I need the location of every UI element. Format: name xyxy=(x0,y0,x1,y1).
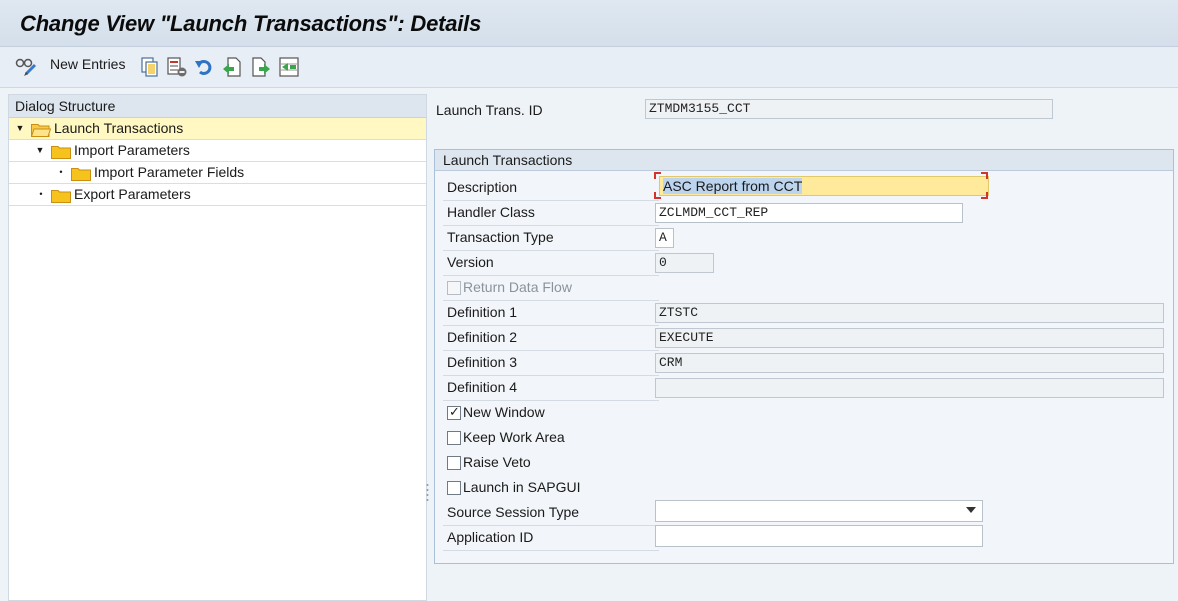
return-data-flow-checkbox[interactable] xyxy=(447,281,461,295)
source-session-type-row: Source Session Type xyxy=(443,501,659,526)
next-entry-icon[interactable] xyxy=(251,57,271,77)
select-block-icon[interactable] xyxy=(279,57,299,77)
new-entries-button[interactable]: New Entries xyxy=(50,56,125,72)
collapse-icon[interactable]: ▼ xyxy=(35,140,45,161)
raise-veto-checkbox[interactable] xyxy=(447,456,461,470)
definition-2-row: Definition 2 xyxy=(443,326,659,351)
return-data-flow-label: Return Data Flow xyxy=(463,279,572,295)
focus-corner xyxy=(654,192,661,199)
splitter-handle[interactable] xyxy=(426,482,429,504)
transaction-type-field[interactable]: A xyxy=(655,228,674,248)
description-row: Description xyxy=(443,176,659,201)
tree-item-launch-transactions[interactable]: ▼ Launch Transactions xyxy=(9,118,426,140)
launch-in-sapgui-checkbox[interactable] xyxy=(447,481,461,495)
tree-item-label: Import Parameters xyxy=(74,142,190,158)
description-field[interactable]: ASC Report from CCT xyxy=(659,176,989,196)
definition-3-row: Definition 3 xyxy=(443,351,659,376)
launch-transactions-group: Launch Transactions Description ASC Repo… xyxy=(434,149,1174,564)
transaction-type-label: Transaction Type xyxy=(447,229,554,245)
handler-class-field[interactable]: ZCLMDM_CCT_REP xyxy=(655,203,963,223)
copy-icon[interactable] xyxy=(140,57,160,77)
focus-corner xyxy=(654,172,661,179)
definition-4-field[interactable] xyxy=(655,378,1164,398)
version-row: Version xyxy=(443,251,659,276)
glasses-pencil-icon[interactable] xyxy=(14,57,37,77)
application-id-label: Application ID xyxy=(447,529,534,545)
raise-veto-label: Raise Veto xyxy=(463,454,531,470)
definition-2-label: Definition 2 xyxy=(447,329,518,345)
tree-item-label: Export Parameters xyxy=(74,186,191,202)
previous-entry-icon[interactable] xyxy=(222,57,242,77)
tree-item-import-parameter-fields[interactable]: • Import Parameter Fields xyxy=(9,162,426,184)
definition-3-label: Definition 3 xyxy=(447,354,518,370)
launch-in-sapgui-label: Launch in SAPGUI xyxy=(463,479,581,495)
source-session-type-label: Source Session Type xyxy=(447,504,580,520)
version-field[interactable]: 0 xyxy=(655,253,714,273)
version-label: Version xyxy=(447,254,494,270)
chevron-down-icon xyxy=(966,507,976,513)
open-folder-icon xyxy=(30,122,52,137)
tree-item-label: Launch Transactions xyxy=(54,120,184,136)
transaction-type-row: Transaction Type xyxy=(443,226,659,251)
keep-work-area-checkbox[interactable] xyxy=(447,431,461,445)
definition-3-field[interactable]: CRM xyxy=(655,353,1164,373)
folder-icon xyxy=(51,188,71,203)
new-window-label: New Window xyxy=(463,404,545,420)
group-title: Launch Transactions xyxy=(435,150,1173,171)
keep-work-area-label: Keep Work Area xyxy=(463,429,565,445)
application-toolbar: New Entries xyxy=(0,47,1178,88)
detail-area: Launch Trans. ID ZTMDM3155_CCT Launch Tr… xyxy=(430,94,1178,599)
tree-item-label: Import Parameter Fields xyxy=(94,164,245,180)
dialog-structure-header: Dialog Structure xyxy=(9,95,426,118)
new-entries-label: New Entries xyxy=(50,56,126,72)
leaf-bullet-icon: • xyxy=(39,189,43,199)
focus-corner xyxy=(981,192,988,199)
tree-item-export-parameters[interactable]: • Export Parameters xyxy=(9,184,426,206)
handler-class-label: Handler Class xyxy=(447,204,535,220)
folder-icon xyxy=(71,166,91,181)
definition-4-row: Definition 4 xyxy=(443,376,659,401)
source-session-type-dropdown[interactable] xyxy=(655,500,983,522)
description-label: Description xyxy=(447,179,518,195)
definition-2-field[interactable]: EXECUTE xyxy=(655,328,1164,348)
definition-1-row: Definition 1 xyxy=(443,301,659,326)
leaf-bullet-icon: • xyxy=(59,167,63,177)
delete-icon[interactable] xyxy=(167,57,187,77)
handler-class-row: Handler Class xyxy=(443,201,659,226)
definition-1-label: Definition 1 xyxy=(447,304,518,320)
description-value: ASC Report from CCT xyxy=(663,178,803,194)
undo-icon[interactable] xyxy=(194,57,214,77)
launch-trans-id-field[interactable]: ZTMDM3155_CCT xyxy=(645,99,1053,119)
application-id-row: Application ID xyxy=(443,526,659,551)
collapse-icon[interactable]: ▼ xyxy=(15,118,25,139)
checkmark-icon: ✓ xyxy=(449,404,460,419)
title-bar: Change View "Launch Transactions": Detai… xyxy=(0,0,1178,47)
new-window-checkbox[interactable]: ✓ xyxy=(447,404,461,420)
launch-trans-id-label: Launch Trans. ID xyxy=(436,102,543,118)
definition-1-field[interactable]: ZTSTC xyxy=(655,303,1164,323)
application-id-field[interactable] xyxy=(655,525,983,547)
folder-icon xyxy=(51,144,71,159)
dialog-structure-panel: Dialog Structure ▼ Launch Transactions ▼… xyxy=(8,94,427,601)
page-title: Change View "Launch Transactions": Detai… xyxy=(20,11,482,36)
tree-item-import-parameters[interactable]: ▼ Import Parameters xyxy=(9,140,426,162)
definition-4-label: Definition 4 xyxy=(447,379,518,395)
focus-corner xyxy=(981,172,988,179)
